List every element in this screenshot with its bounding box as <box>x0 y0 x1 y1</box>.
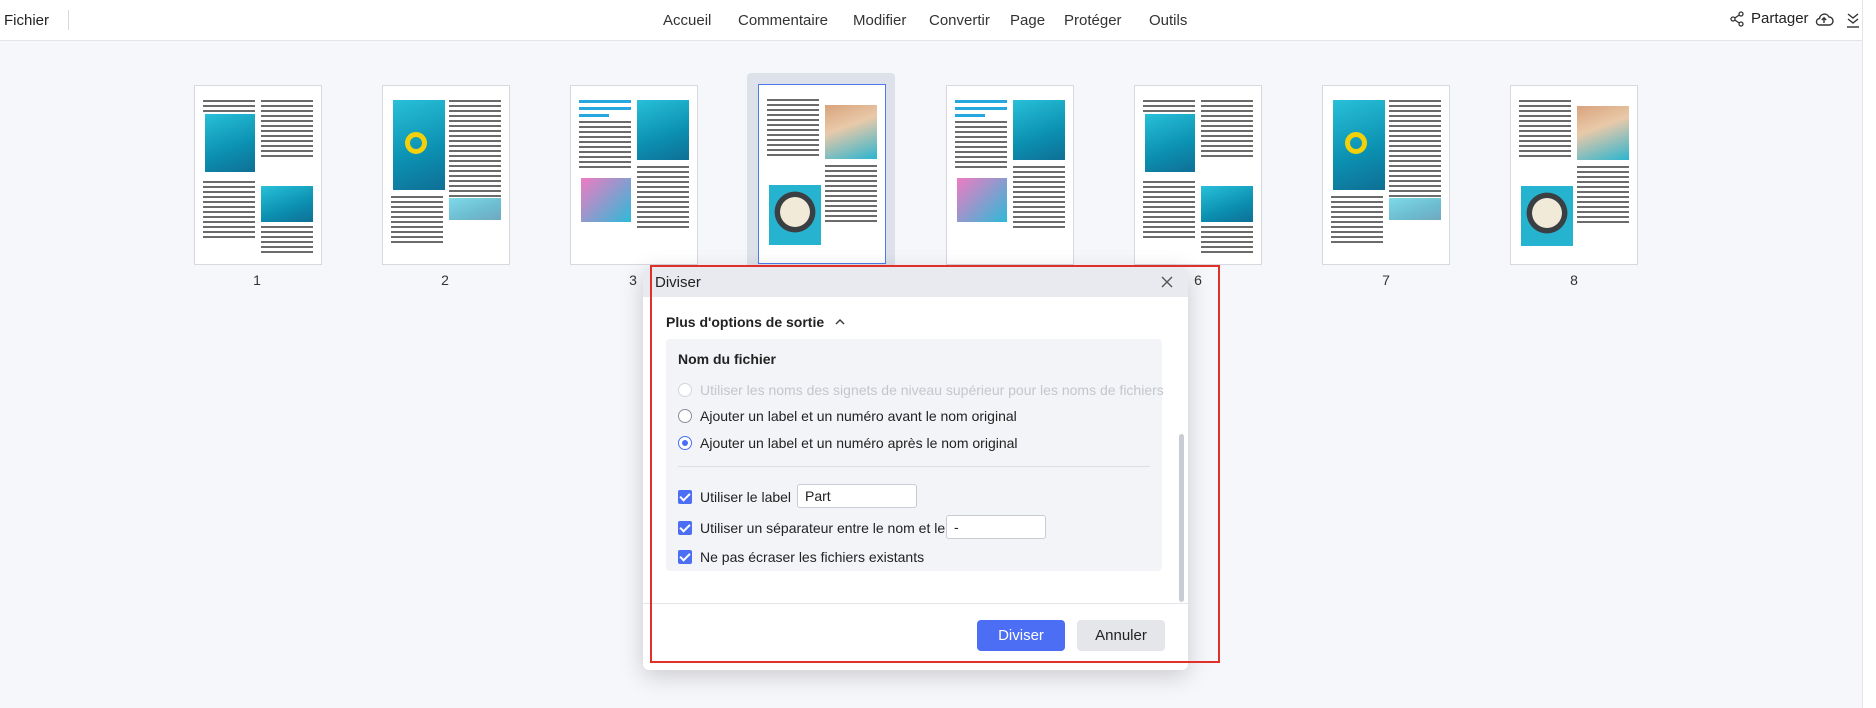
share-button[interactable]: Partager <box>1729 10 1809 27</box>
dialog-header: Diviser <box>643 267 1188 297</box>
tab-accueil[interactable]: Accueil <box>663 12 711 29</box>
tab-modifier[interactable]: Modifier <box>853 12 906 29</box>
use-separator-checkbox[interactable] <box>678 521 692 535</box>
tab-proteger[interactable]: Protéger <box>1064 12 1122 29</box>
dialog-title: Diviser <box>655 274 701 291</box>
page-preview <box>570 85 698 265</box>
right-scrollbar[interactable] <box>1862 0 1876 708</box>
option-bookmark-names: Utiliser les noms des signets de niveau … <box>678 382 1164 398</box>
page-preview <box>1510 85 1638 265</box>
page-preview <box>382 85 510 265</box>
top-toolbar: Fichier Accueil Commentaire Modifier Con… <box>0 0 1876 41</box>
page-thumbnail[interactable] <box>1114 73 1262 273</box>
separator-input[interactable] <box>946 515 1046 539</box>
radio-button[interactable] <box>678 409 692 423</box>
filename-section-title: Nom du fichier <box>678 351 777 367</box>
option-label: Ajouter un label et un numéro avant le n… <box>700 408 1017 424</box>
checkbox-label: Ne pas écraser les fichiers existants <box>700 549 925 565</box>
options-divider <box>678 466 1150 467</box>
output-options-toggle[interactable]: Plus d'options de sortie <box>666 314 846 330</box>
no-overwrite-option[interactable]: Ne pas écraser les fichiers existants <box>678 549 924 565</box>
page-preview <box>194 85 322 265</box>
split-dialog: Diviser Plus d'options de sortie Nom du … <box>643 267 1188 670</box>
tab-convertir[interactable]: Convertir <box>929 12 990 29</box>
label-input[interactable] <box>797 484 917 508</box>
checkbox-label: Utiliser le label <box>700 489 792 505</box>
use-label-checkbox[interactable] <box>678 490 692 504</box>
tab-commentaire[interactable]: Commentaire <box>738 12 828 29</box>
page-number: 3 <box>629 272 637 288</box>
page-thumbnail[interactable] <box>362 73 510 273</box>
footer-divider <box>643 603 1188 604</box>
page-thumbnail[interactable] <box>550 73 698 273</box>
collapse-icon[interactable] <box>1845 11 1861 29</box>
share-label: Partager <box>1751 10 1809 27</box>
radio-button <box>678 383 692 397</box>
radio-button-checked[interactable] <box>678 436 692 450</box>
cloud-upload-icon[interactable] <box>1814 10 1834 30</box>
page-preview <box>1322 85 1450 265</box>
tab-page[interactable]: Page <box>1010 12 1045 29</box>
section-label: Plus d'options de sortie <box>666 314 825 330</box>
share-icon <box>1730 10 1744 27</box>
page-preview <box>946 85 1074 265</box>
no-overwrite-checkbox[interactable] <box>678 550 692 564</box>
page-thumbnail-selected[interactable] <box>747 73 895 273</box>
use-label-option[interactable]: Utiliser le label <box>678 489 791 505</box>
option-label: Ajouter un label et un numéro après le n… <box>700 435 1018 451</box>
page-number: 8 <box>1570 272 1578 288</box>
split-button[interactable]: Diviser <box>977 620 1065 651</box>
cancel-button[interactable]: Annuler <box>1077 620 1165 651</box>
use-separator-option[interactable]: Utiliser un séparateur entre le nom et l… <box>678 520 979 536</box>
page-thumbnail[interactable] <box>1490 73 1638 273</box>
page-number: 7 <box>1382 272 1390 288</box>
option-label-after[interactable]: Ajouter un label et un numéro après le n… <box>678 435 1018 451</box>
page-number: 2 <box>441 272 449 288</box>
page-preview <box>758 84 886 264</box>
page-thumbnail[interactable] <box>926 73 1074 273</box>
page-preview <box>1134 85 1262 265</box>
filename-options-panel: Nom du fichier Utiliser les noms des sig… <box>666 339 1164 571</box>
chevron-up-icon <box>835 319 845 325</box>
main-nav: Accueil Commentaire Modifier Convertir P… <box>0 12 1876 32</box>
close-icon[interactable] <box>1159 274 1175 290</box>
option-label: Utiliser les noms des signets de niveau … <box>700 382 1164 398</box>
option-label-before[interactable]: Ajouter un label et un numéro avant le n… <box>678 408 1017 424</box>
tab-outils[interactable]: Outils <box>1149 12 1187 29</box>
page-number: 1 <box>253 272 261 288</box>
page-thumbnail[interactable] <box>1302 73 1450 273</box>
checkbox-label: Utiliser un séparateur entre le nom et l… <box>700 520 979 536</box>
page-thumbnail[interactable] <box>174 73 322 273</box>
page-number: 6 <box>1194 272 1202 288</box>
dialog-scrollbar[interactable] <box>1179 434 1184 602</box>
